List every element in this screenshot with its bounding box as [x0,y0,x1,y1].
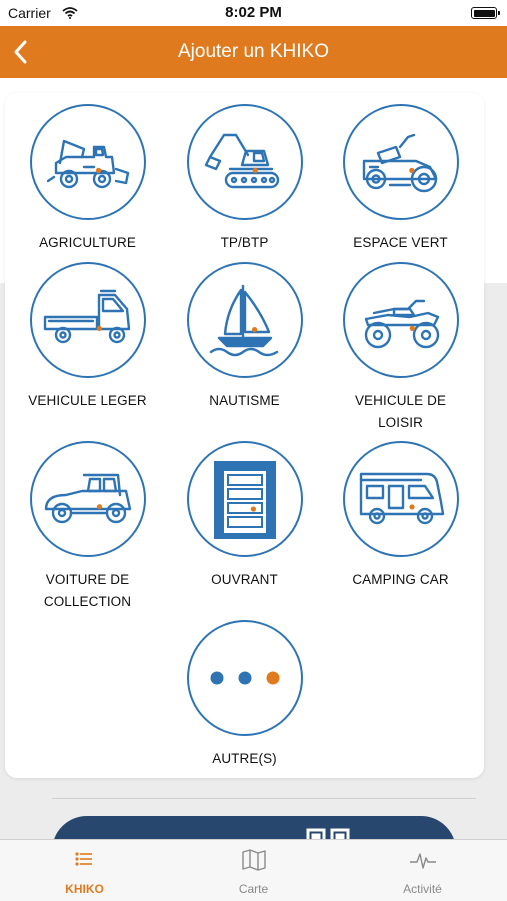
vintage-car-icon [44,473,131,524]
excavator-icon [204,133,279,189]
tab-activite[interactable]: Activité [338,840,507,901]
accent-dot [96,504,102,510]
truck-icon [43,289,130,344]
camper-van-icon [359,472,444,525]
category-label: CAMPING CAR [352,572,449,587]
accent-dot [95,167,101,173]
category-label: VEHICULE DE LOISIR [354,393,447,430]
tab-bar: KHIKO Carte Activité [0,839,507,901]
category-autres[interactable]: AUTRE(S) [166,620,323,770]
clock: 8:02 PM [225,4,282,21]
divider [52,798,476,799]
category-circle[interactable] [29,104,146,220]
category-vehicule-leger[interactable]: VEHICULE LEGER [9,262,166,412]
category-label: VOITURE DE COLLECTION [43,572,132,609]
tab-carte[interactable]: Carte [169,840,338,901]
category-label: OUVRANT [211,572,278,587]
category-card: AGRICULTURE TP/BTP ESPACE VERT VEHICULE … [5,93,484,778]
category-camping-car[interactable]: CAMPING CAR [322,441,479,591]
category-ouvrant[interactable]: OUVRANT [166,441,323,591]
harvester-icon [46,139,129,189]
more-dots-icon [210,671,279,685]
lawn-tractor-icon [362,133,437,193]
category-label: TP/BTP [220,235,269,250]
category-nautisme[interactable]: NAUTISME [166,262,323,412]
category-vehicule-de-loisir[interactable]: VEHICULE DE LOISIR [322,262,479,434]
category-circle[interactable] [342,104,459,220]
accent-dot [409,325,415,331]
accent-dot [250,506,256,512]
accent-dot [96,325,102,331]
accent-dot [408,167,414,173]
tab-label: Carte [238,882,269,896]
category-circle[interactable] [29,441,146,557]
list-icon [74,852,92,866]
accent-dot [251,327,257,333]
tab-khiko[interactable]: KHIKO [0,840,169,901]
category-circle[interactable] [186,262,303,378]
quad-bike-icon [364,299,439,349]
category-circle[interactable] [29,262,146,378]
nav-bar: Ajouter un KHIKO [0,26,507,78]
tab-label: Activité [403,882,442,896]
garage-door-icon [213,461,276,539]
category-circle[interactable] [342,262,459,378]
category-espace-vert[interactable]: ESPACE VERT [322,104,479,254]
category-circle[interactable] [186,441,303,557]
category-voiture-de-collection[interactable]: VOITURE DE COLLECTION [9,441,166,613]
accent-dot [252,167,258,173]
category-label: AGRICULTURE [39,235,136,250]
category-label: NAUTISME [209,393,280,408]
tab-label: KHIKO [65,882,104,896]
category-tp-btp[interactable]: TP/BTP [166,104,323,254]
sailboat-icon [209,284,278,357]
category-circle[interactable] [342,441,459,557]
activity-icon [409,853,436,869]
category-label: VEHICULE LEGER [28,393,147,408]
category-circle[interactable] [186,620,303,736]
category-agriculture[interactable]: AGRICULTURE [9,104,166,254]
category-circle[interactable] [186,104,303,220]
category-label: ESPACE VERT [353,235,448,250]
accent-dot [408,504,415,510]
status-bar: Carrier 8:02 PM [0,0,507,26]
battery-icon [471,7,500,19]
category-label: AUTRE(S) [212,751,277,766]
page-title: Ajouter un KHIKO [177,41,330,62]
map-icon [241,849,266,871]
